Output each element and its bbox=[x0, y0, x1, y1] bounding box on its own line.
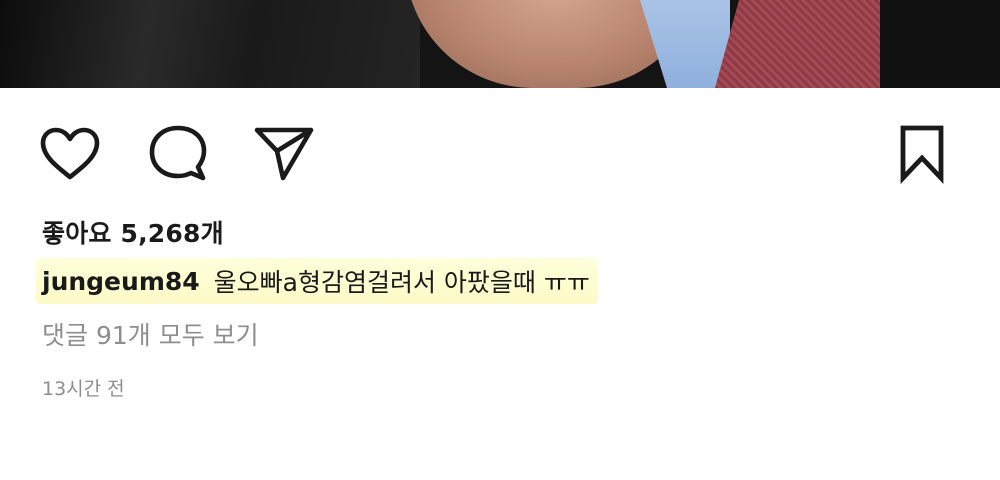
post-caption: jungeum84 울오빠a형감염걸려서 아팠을때 ㅠㅠ bbox=[36, 258, 598, 304]
photo-background-region bbox=[880, 0, 1000, 88]
caption-text: 울오빠a형감염걸려서 아팠을때 ㅠㅠ bbox=[213, 268, 590, 297]
comment-button[interactable] bbox=[146, 122, 210, 186]
comment-icon bbox=[149, 125, 207, 181]
action-bar bbox=[0, 122, 1000, 186]
share-button[interactable] bbox=[252, 122, 316, 186]
caption-username[interactable]: jungeum84 bbox=[42, 267, 200, 296]
post-container: 좋아요 5,268개 jungeum84 울오빠a형감염걸려서 아팠을때 ㅠㅠ … bbox=[0, 0, 1000, 480]
save-button[interactable] bbox=[890, 122, 954, 186]
photo-hair-region bbox=[0, 0, 420, 88]
post-photo[interactable] bbox=[0, 0, 1000, 88]
likes-count[interactable]: 좋아요 5,268개 bbox=[42, 214, 224, 250]
like-button[interactable] bbox=[38, 122, 102, 186]
photo-collar-region bbox=[640, 0, 730, 88]
post-timestamp: 13시간 전 bbox=[42, 378, 125, 400]
send-icon bbox=[254, 127, 314, 181]
bookmark-icon bbox=[900, 125, 944, 184]
view-all-comments-link[interactable]: 댓글 91개 모두 보기 bbox=[42, 316, 259, 352]
heart-icon bbox=[40, 127, 100, 180]
